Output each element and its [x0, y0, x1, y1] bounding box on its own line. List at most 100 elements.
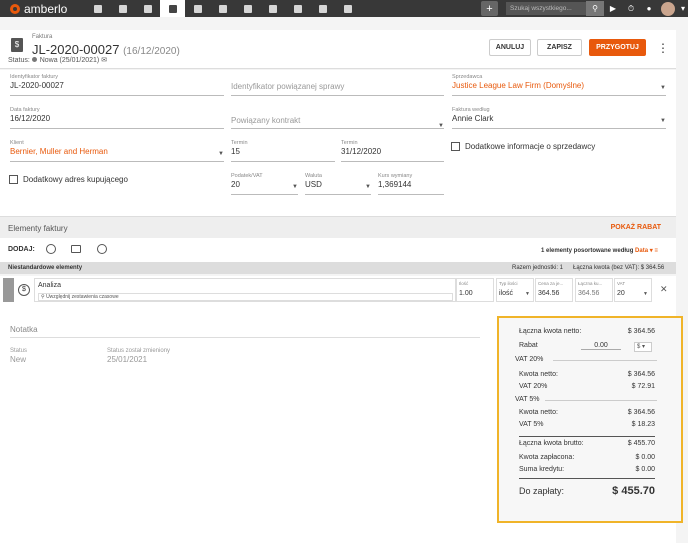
prepare-button[interactable]: PRZYGOTUJ [589, 39, 646, 56]
unit-price-value: 364.56 [538, 290, 560, 297]
add-expense-icon[interactable] [71, 245, 81, 253]
exchange-rate-field[interactable]: Kurs wymiany 1,369144 [378, 173, 444, 195]
document-icon[interactable] [285, 0, 310, 17]
notes-field[interactable]: Notatka [10, 325, 38, 334]
seller-info-checkbox[interactable]: Dodatkowe informacje o sprzedawcy [451, 142, 595, 151]
rabat-input[interactable]: 0.00 [581, 342, 621, 350]
folder-icon[interactable] [260, 0, 285, 17]
quantity-value: 1.00 [459, 290, 473, 297]
dashboard-icon[interactable] [85, 0, 110, 17]
sort-dropdown-icon[interactable]: ▾ [650, 248, 653, 254]
status-changed-label: Status został zmieniony [107, 348, 171, 354]
related-contract-placeholder: Powiązany kontrakt [231, 116, 301, 125]
timer-history-icon[interactable] [235, 0, 260, 17]
search-icon[interactable]: ⚲ [586, 1, 604, 16]
status-info-label: Status [10, 348, 28, 354]
invoice-elements-title: Elementy faktury [8, 224, 68, 233]
unit-price-label: Cena za je... [538, 281, 564, 286]
more-options-icon[interactable]: ⋮ [657, 41, 669, 55]
add-new-button[interactable]: + [481, 1, 498, 16]
calendar-icon[interactable] [210, 0, 235, 17]
vat5-amount: VAT 5% $ 18.23 [519, 421, 655, 428]
dropdown-arrow-icon: ▼ [643, 291, 648, 297]
dropdown-arrow-icon: ▼ [292, 184, 298, 190]
user-avatar[interactable] [661, 1, 675, 16]
invoice-date-value: 16/12/2020 [10, 114, 51, 123]
cases-icon[interactable] [135, 0, 160, 17]
exchange-rate-label: Kurs wymiany [378, 173, 413, 179]
vat5-heading: VAT 5% [515, 396, 540, 403]
add-fee-icon[interactable] [97, 244, 107, 254]
time-entries-search[interactable]: ⚲ Uwzględnij zestawienia czasowe [38, 293, 453, 301]
mail-icon[interactable] [310, 0, 335, 17]
top-navigation-bar: amberlo + Szukaj wszystkiego... ⚲ ▶ ⏱ ● … [0, 0, 688, 17]
contacts-icon[interactable] [110, 0, 135, 17]
buyer-address-checkbox[interactable]: Dodatkowy adres kupującego [9, 175, 128, 184]
reports-icon[interactable] [335, 0, 360, 17]
sort-field-dropdown[interactable]: Data [635, 248, 648, 254]
item-vat-select[interactable]: VAT 20 ▼ [614, 278, 652, 302]
currency-value: USD [305, 180, 322, 189]
global-search-input[interactable]: Szukaj wszystkiego... [506, 2, 586, 15]
quantity-type-select[interactable]: Typ ilości ilość ▼ [496, 278, 534, 302]
invoice-form: Identyfikator faktury JL-2020-00027 Iden… [0, 70, 676, 216]
vat-select[interactable]: Podatek/VAT 20 ▼ [231, 173, 298, 195]
show-discount-button[interactable]: POKAŻ RABAT [611, 224, 661, 231]
invoice-date-field[interactable]: Data faktury 16/12/2020 [10, 107, 224, 129]
invoice-id-field[interactable]: Identyfikator faktury JL-2020-00027 [10, 74, 224, 96]
top-right-tools: + Szukaj wszystkiego... ⚲ ▶ ⏱ ● ▾ [481, 0, 688, 17]
checkbox-box[interactable] [9, 175, 18, 184]
invoices-icon[interactable] [160, 0, 185, 17]
dropdown-arrow-icon: ▼ [660, 85, 666, 91]
related-case-field[interactable]: Identyfikator powiązanej sprawy [231, 82, 444, 96]
gross-total: Łączna kwota brutto: $ 455.70 [519, 440, 655, 447]
dropdown-arrow-icon: ▼ [365, 184, 371, 190]
rabat-unit-select[interactable]: $ ▾ [634, 342, 652, 352]
sort-order-icon[interactable]: ≡ [654, 248, 658, 254]
page-title: JL-2020-00027 (16/12/2020) [32, 42, 180, 57]
client-label: Klient [10, 140, 24, 146]
item-name: Analiza [38, 282, 61, 289]
bank-icon[interactable] [185, 0, 210, 17]
main-nav [85, 0, 360, 17]
paid-amount: Kwota zapłacona: $ 0.00 [519, 454, 655, 461]
invoice-by-label: Faktura według [452, 107, 490, 113]
related-contract-select[interactable]: Powiązany kontrakt ▼ [231, 116, 444, 129]
amberlo-logo[interactable]: amberlo [0, 2, 85, 16]
quantity-field[interactable]: Ilość 1.00 [456, 278, 494, 302]
remove-item-icon[interactable]: ✕ [660, 284, 668, 295]
seller-info-label: Dodatkowe informacje o sprzedawcy [465, 142, 596, 151]
vat5-net: Kwota netto: $ 364.56 [519, 409, 655, 416]
status-changed-value: 25/01/2021 [107, 355, 148, 364]
cancel-button[interactable]: ANULUJ [489, 39, 531, 56]
drag-handle[interactable] [3, 278, 14, 302]
due-date-value: 31/12/2020 [341, 147, 382, 156]
currency-select[interactable]: Waluta USD ▼ [305, 173, 371, 195]
stopwatch-icon[interactable]: ⏱ [622, 1, 640, 16]
item-total-value: 364.56 [578, 290, 600, 297]
save-button[interactable]: ZAPISZ [537, 39, 582, 56]
seller-value: Justice League Law Firm (Domyślne) [452, 81, 585, 90]
invoice-header: $ Faktura JL-2020-00027 (16/12/2020) Sta… [0, 30, 676, 69]
unit-price-field[interactable]: Cena za je... 364.56 [535, 278, 573, 302]
buyer-address-label: Dodatkowy adres kupującego [23, 175, 128, 184]
seller-select[interactable]: Sprzedawca Justice League Law Firm (Domy… [452, 74, 666, 96]
notification-bell-icon[interactable]: ● [640, 1, 658, 16]
invoice-title-date: (16/12/2020) [123, 46, 180, 57]
chevron-down-icon[interactable]: ▾ [678, 1, 688, 16]
client-select[interactable]: Klient Bernier, Muller and Herman ▼ [10, 140, 224, 162]
due-date-field[interactable]: Termin 31/12/2020 [341, 140, 444, 162]
checkbox-box[interactable] [451, 142, 460, 151]
payment-term-field[interactable]: Termin 15 [231, 140, 335, 162]
add-time-entry-icon[interactable] [46, 244, 56, 254]
units-total: Razem jednostki: 1 [512, 265, 564, 271]
brand-name: amberlo [24, 1, 68, 16]
status-line: Status: Nowa (25/01/2021) ✉ [8, 56, 107, 64]
play-timer-icon[interactable]: ▶ [604, 1, 622, 16]
invoice-by-select[interactable]: Faktura według Annie Clark ▼ [452, 107, 666, 129]
amount-due: Do zapłaty: $ 455.70 [519, 485, 655, 497]
vat-label: Podatek/VAT [231, 173, 263, 179]
item-name-field[interactable]: Analiza ⚲ Uwzględnij zestawienia czasowe [34, 278, 456, 302]
credit-sum: Suma kredytu: $ 0.00 [519, 466, 655, 473]
amount-due-value: $ 455.70 [612, 485, 655, 497]
